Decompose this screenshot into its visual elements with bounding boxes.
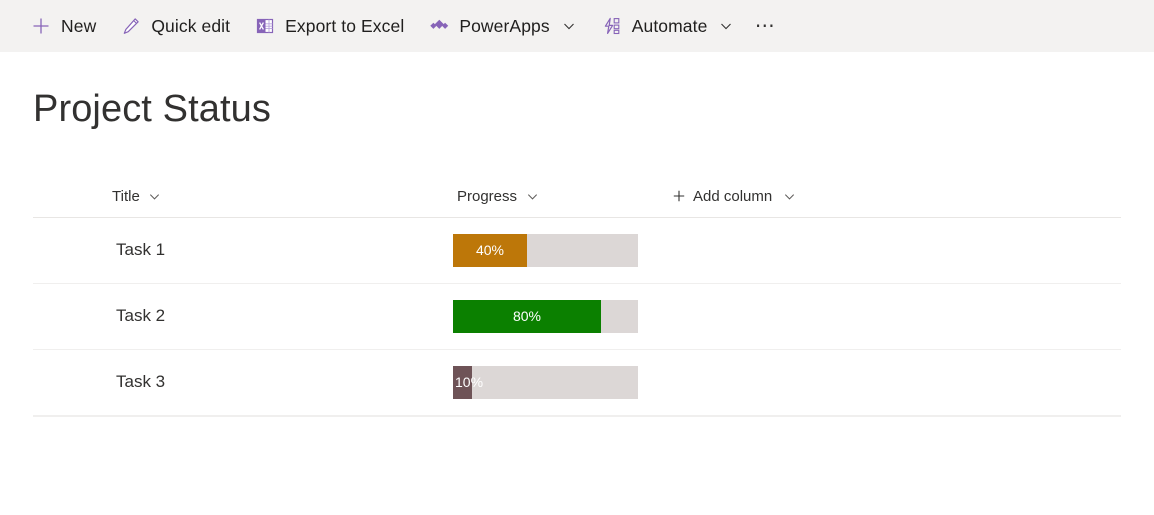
plus-icon (30, 15, 52, 37)
page-content: Project Status Title Progress Add column… (0, 52, 1154, 417)
export-to-excel-label: Export to Excel (285, 15, 405, 36)
powerapps-icon (428, 15, 450, 37)
page-title: Project Status (33, 88, 271, 130)
automate-label: Automate (631, 15, 708, 36)
table-row[interactable]: Task 1 40% (33, 218, 1121, 284)
quick-edit-button[interactable]: Quick edit (108, 4, 242, 48)
cell-title: Task 3 (116, 372, 166, 392)
automate-icon (601, 15, 623, 37)
list-view: Title Progress Add column Task 1 40% Tas… (0, 176, 1154, 417)
list-header-row: Title Progress Add column (33, 176, 1121, 218)
excel-icon (254, 15, 276, 37)
cell-progress: 10% (453, 365, 668, 399)
chevron-down-icon (147, 188, 163, 204)
powerapps-button[interactable]: PowerApps (416, 4, 588, 48)
chevron-down-icon (718, 18, 734, 34)
cell-title: Task 1 (116, 240, 166, 260)
plus-icon (672, 189, 686, 203)
progress-bar-fill (453, 233, 527, 267)
add-column-button[interactable]: Add column (668, 180, 801, 212)
progress-bar: 10% (453, 365, 638, 399)
add-column-label: Add column (693, 187, 773, 205)
progress-bar-fill (453, 365, 472, 399)
progress-bar-fill (453, 299, 601, 333)
pencil-icon (120, 15, 142, 37)
more-options-button[interactable]: ⋯ (746, 4, 784, 48)
automate-button[interactable]: Automate (589, 4, 747, 48)
column-header-progress-label: Progress (457, 187, 518, 205)
column-header-progress[interactable]: Progress (453, 180, 668, 212)
cell-progress: 80% (453, 299, 668, 333)
chevron-down-icon (781, 188, 797, 204)
table-row[interactable]: Task 3 10% (33, 350, 1121, 416)
ellipsis-icon: ⋯ (754, 15, 777, 37)
column-header-title[interactable]: Title (33, 180, 453, 212)
progress-bar: 40% (453, 233, 638, 267)
cell-title: Task 2 (116, 306, 166, 326)
new-button[interactable]: New (18, 4, 108, 48)
new-button-label: New (61, 15, 97, 36)
progress-bar: 80% (453, 299, 638, 333)
chevron-down-icon (524, 188, 540, 204)
cell-progress: 40% (453, 233, 668, 267)
quick-edit-label: Quick edit (151, 15, 231, 36)
table-row[interactable]: Task 2 80% (33, 284, 1121, 350)
powerapps-label: PowerApps (459, 15, 550, 36)
column-header-title-label: Title (112, 187, 140, 205)
chevron-down-icon (561, 18, 577, 34)
command-bar: New Quick edit Export to Excel PowerApps… (0, 0, 1154, 52)
export-to-excel-button[interactable]: Export to Excel (242, 4, 416, 48)
